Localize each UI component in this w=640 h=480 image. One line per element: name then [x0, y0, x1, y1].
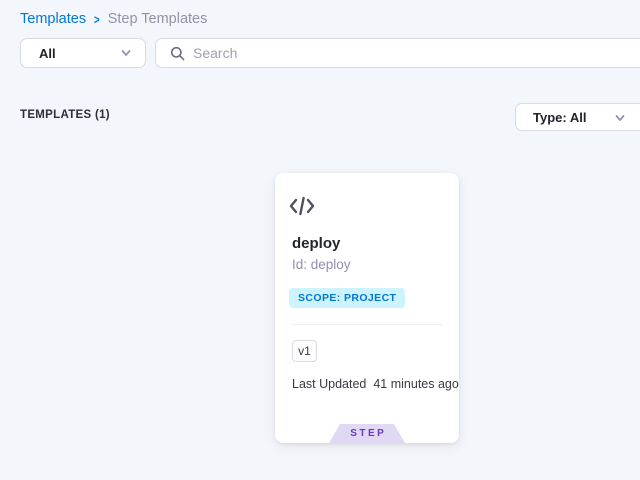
search-input[interactable] [185, 45, 640, 61]
code-icon [289, 195, 315, 217]
template-card-deploy[interactable]: deploy Id: deploy SCOPE: PROJECT v1 Last… [275, 173, 459, 443]
template-title: deploy [292, 235, 340, 252]
type-filter-dropdown[interactable]: Type: All [515, 103, 640, 131]
breadcrumb-current-page: Step Templates [108, 11, 208, 27]
last-updated-label: Last Updated [292, 377, 366, 391]
search-icon [170, 46, 185, 61]
scope-badge: SCOPE: PROJECT [289, 288, 405, 308]
card-divider [292, 324, 443, 325]
template-type-tag: STEP [329, 424, 405, 443]
breadcrumb-separator-icon: > [94, 12, 100, 27]
scope-filter-value: All [21, 46, 120, 61]
chevron-down-icon [120, 47, 132, 59]
breadcrumb: Templates > Step Templates [20, 11, 207, 27]
type-filter-value: Type: All [516, 110, 586, 125]
scope-filter-dropdown[interactable]: All [20, 38, 146, 68]
search-box[interactable] [155, 38, 640, 68]
breadcrumb-templates-link[interactable]: Templates [20, 11, 86, 27]
templates-count-label: TEMPLATES (1) [20, 109, 110, 121]
version-chip[interactable]: v1 [292, 340, 317, 362]
template-id: Id: deploy [292, 257, 351, 272]
last-updated: Last Updated 41 minutes ago [292, 377, 459, 391]
last-updated-value: 41 minutes ago [373, 377, 458, 391]
chevron-down-icon [614, 112, 626, 124]
